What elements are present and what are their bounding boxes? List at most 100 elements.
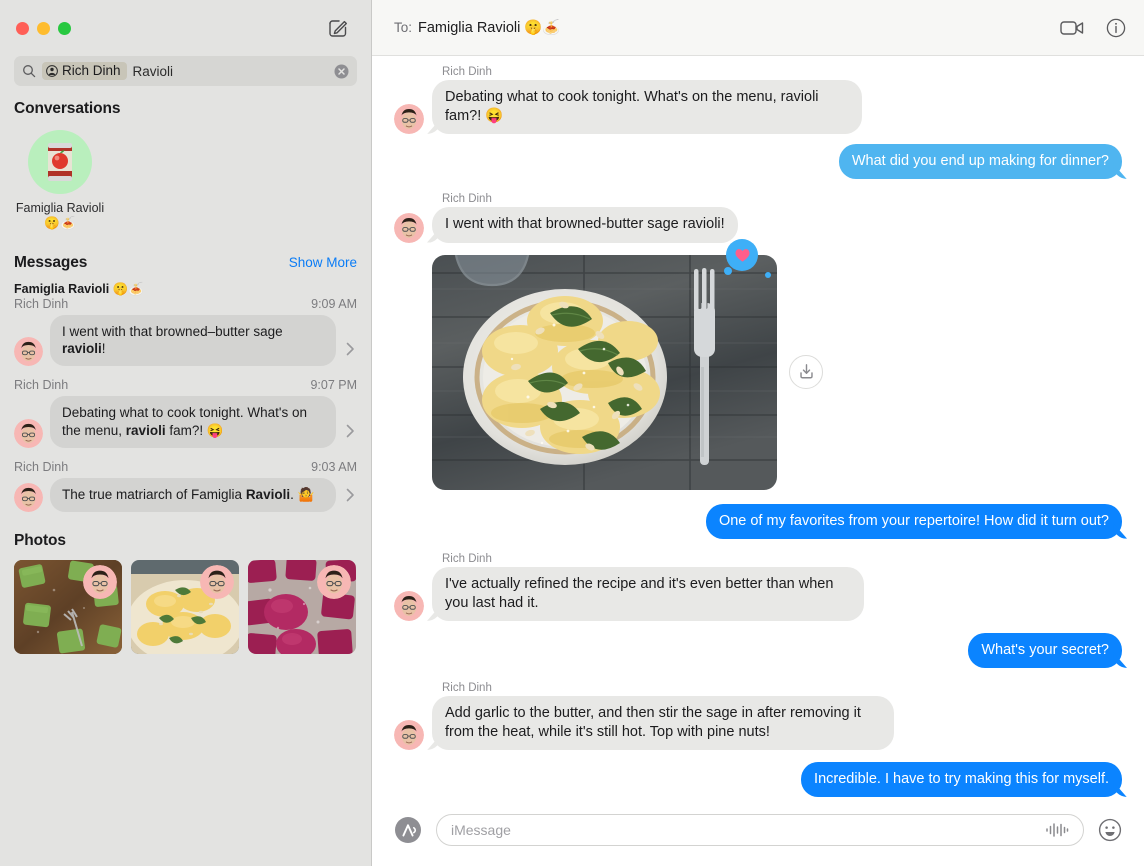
message-row-incoming: Rich Dinh I went with that browned-butte… [394, 193, 1122, 243]
avatar [14, 419, 43, 449]
avatar [394, 104, 424, 135]
minimize-button[interactable] [37, 21, 50, 35]
emoji-smiley-icon[interactable] [1098, 818, 1122, 842]
clear-icon[interactable] [334, 64, 349, 79]
avatar [14, 337, 43, 367]
tapback-heart-badge[interactable] [724, 238, 758, 275]
messages-results-list: Famiglia Ravioli 🤫🍝 Rich Dinh 9:09 AM I … [0, 276, 371, 513]
download-icon[interactable] [789, 354, 823, 389]
result-time: 9:07 PM [310, 378, 357, 393]
result-bubble-wrap: I went with that browned–butter sage rav… [50, 314, 336, 367]
photos-grid [0, 550, 371, 655]
conversation-avatar [28, 130, 92, 194]
recipient-name[interactable]: Famiglia Ravioli 🤫🍝 [418, 19, 560, 36]
message-bubble[interactable]: I've actually refined the recipe and it'… [432, 566, 864, 621]
list-item[interactable]: Rich Dinh 9:03 AM The true matriarch of … [0, 454, 371, 513]
chat-header: To: Famiglia Ravioli 🤫🍝 [372, 0, 1144, 56]
video-camera-icon[interactable] [1060, 19, 1084, 37]
messages-window: Rich Dinh Ravioli Conversations Famiglia… [0, 0, 1144, 866]
search-token-label: Rich Dinh [62, 63, 121, 78]
result-meta-2: Rich Dinh 9:09 AM [14, 297, 357, 311]
message-row-outgoing: One of my favorites from your repertoire… [394, 503, 1122, 539]
conversations-title: Conversations [14, 100, 121, 117]
message-row-incoming: Rich Dinh Add garlic to the butter, and … [394, 682, 1122, 751]
avatar [14, 483, 43, 513]
result-time: 9:03 AM [311, 460, 357, 475]
message-row-incoming: Rich Dinh I've actually refined the reci… [394, 553, 1122, 621]
result-body: Debating what to cook tonight. What's on… [14, 396, 357, 449]
message-sender: Rich Dinh [442, 193, 492, 206]
message-bubble[interactable]: What did you end up making for dinner? [838, 144, 1122, 180]
message-bubble[interactable]: Debating what to cook tonight. What's on… [432, 80, 862, 135]
result-sender: Rich Dinh [14, 378, 69, 393]
close-button[interactable] [16, 21, 29, 35]
messages-header: Messages Show More [0, 254, 371, 272]
photo-thumbnail-1[interactable] [14, 560, 122, 655]
conversations-list: Famiglia Ravioli 🤫🍝 [0, 118, 371, 232]
result-bubble-wrap: Debating what to cook tonight. What's on… [50, 396, 336, 449]
message-bubble[interactable]: What's your secret? [968, 632, 1122, 668]
message-input-placeholder: iMessage [451, 822, 511, 838]
search-input[interactable]: Rich Dinh Ravioli [14, 56, 357, 86]
chevron-right-icon[interactable] [343, 424, 357, 448]
zoom-button[interactable] [58, 21, 71, 35]
header-actions [1060, 18, 1126, 38]
result-sender: Rich Dinh [14, 296, 69, 311]
photo-thumbnail-3[interactable] [248, 560, 356, 655]
photos-section: Photos [0, 532, 371, 655]
message-row-outgoing: Incredible. I have to try making this fo… [394, 762, 1122, 798]
traffic-lights [16, 21, 71, 35]
show-more-link[interactable]: Show More [289, 255, 357, 270]
message-row-outgoing: What did you end up making for dinner? [394, 144, 1122, 180]
message-row-incoming: Rich Dinh Debating what to cook tonight.… [394, 66, 1122, 135]
audio-waveform-icon[interactable] [1045, 822, 1069, 838]
avatar [394, 720, 424, 751]
message-bubble[interactable]: Add garlic to the butter, and then stir … [432, 696, 894, 751]
result-bubble-wrap: The true matriarch of Famiglia Ravioli. … [50, 478, 336, 513]
message-line: Debating what to cook tonight. What's on… [394, 80, 862, 135]
list-item[interactable]: Famiglia Ravioli 🤫🍝 Rich Dinh 9:09 AM I … [0, 276, 371, 367]
search-container: Rich Dinh Ravioli [0, 56, 371, 86]
photos-title: Photos [14, 532, 66, 550]
message-bubble[interactable]: One of my favorites from your repertoire… [705, 503, 1122, 539]
conversations-section: Conversations Famiglia Ravioli 🤫🍝 [0, 86, 371, 232]
list-item[interactable]: Rich Dinh 9:07 PM Debating what to cook … [0, 372, 371, 449]
message-line: I went with that browned-butter sage rav… [394, 207, 738, 243]
titlebar [0, 0, 371, 56]
sidebar: Rich Dinh Ravioli Conversations Famiglia… [0, 0, 372, 866]
compose-icon[interactable] [325, 15, 351, 41]
result-conversation-title: Famiglia Ravioli 🤫🍝 [14, 281, 144, 296]
chevron-right-icon[interactable] [343, 488, 357, 512]
messages-section: Messages Show More Famiglia Ravioli 🤫🍝 R… [0, 254, 371, 513]
message-sender: Rich Dinh [442, 682, 492, 694]
result-text: I went with that browned–butter sage rav… [50, 314, 336, 367]
result-body: I went with that browned–butter sage rav… [14, 314, 357, 367]
photos-header: Photos [0, 532, 371, 550]
result-meta-2: Rich Dinh 9:07 PM [14, 378, 357, 392]
message-sender: Rich Dinh [442, 552, 492, 565]
message-thread[interactable]: Rich Dinh Debating what to cook tonight.… [372, 56, 1144, 804]
conversation-item-famiglia-ravioli[interactable]: Famiglia Ravioli 🤫🍝 [14, 130, 106, 232]
message-line: I've actually refined the recipe and it'… [394, 566, 864, 621]
result-text: The true matriarch of Famiglia Ravioli. … [50, 478, 336, 513]
app-store-icon[interactable] [394, 816, 422, 844]
conversation-label: Famiglia Ravioli 🤫🍝 [15, 201, 105, 231]
result-body: The true matriarch of Famiglia Ravioli. … [14, 478, 357, 513]
search-token-chip[interactable]: Rich Dinh [42, 62, 127, 80]
info-icon[interactable] [1106, 18, 1126, 38]
chat-pane: To: Famiglia Ravioli 🤫🍝 Rich Dinh Debati… [372, 0, 1144, 866]
chevron-right-icon[interactable] [343, 342, 357, 366]
avatar [394, 212, 424, 243]
tapback-tail-dot [765, 271, 771, 278]
result-sender: Rich Dinh [14, 460, 69, 475]
search-icon [22, 64, 36, 78]
message-row-attachment [394, 238, 1122, 490]
search-query-text: Ravioli [132, 63, 174, 79]
photo-attachment[interactable] [432, 254, 777, 490]
conversations-header: Conversations [0, 100, 371, 118]
photo-thumbnail-2[interactable] [131, 560, 239, 655]
result-meta-2: Rich Dinh 9:03 AM [14, 460, 357, 474]
message-bubble[interactable]: Incredible. I have to try making this fo… [801, 762, 1122, 798]
message-input[interactable]: iMessage [436, 814, 1084, 846]
message-bubble[interactable]: I went with that browned-butter sage rav… [432, 207, 738, 243]
